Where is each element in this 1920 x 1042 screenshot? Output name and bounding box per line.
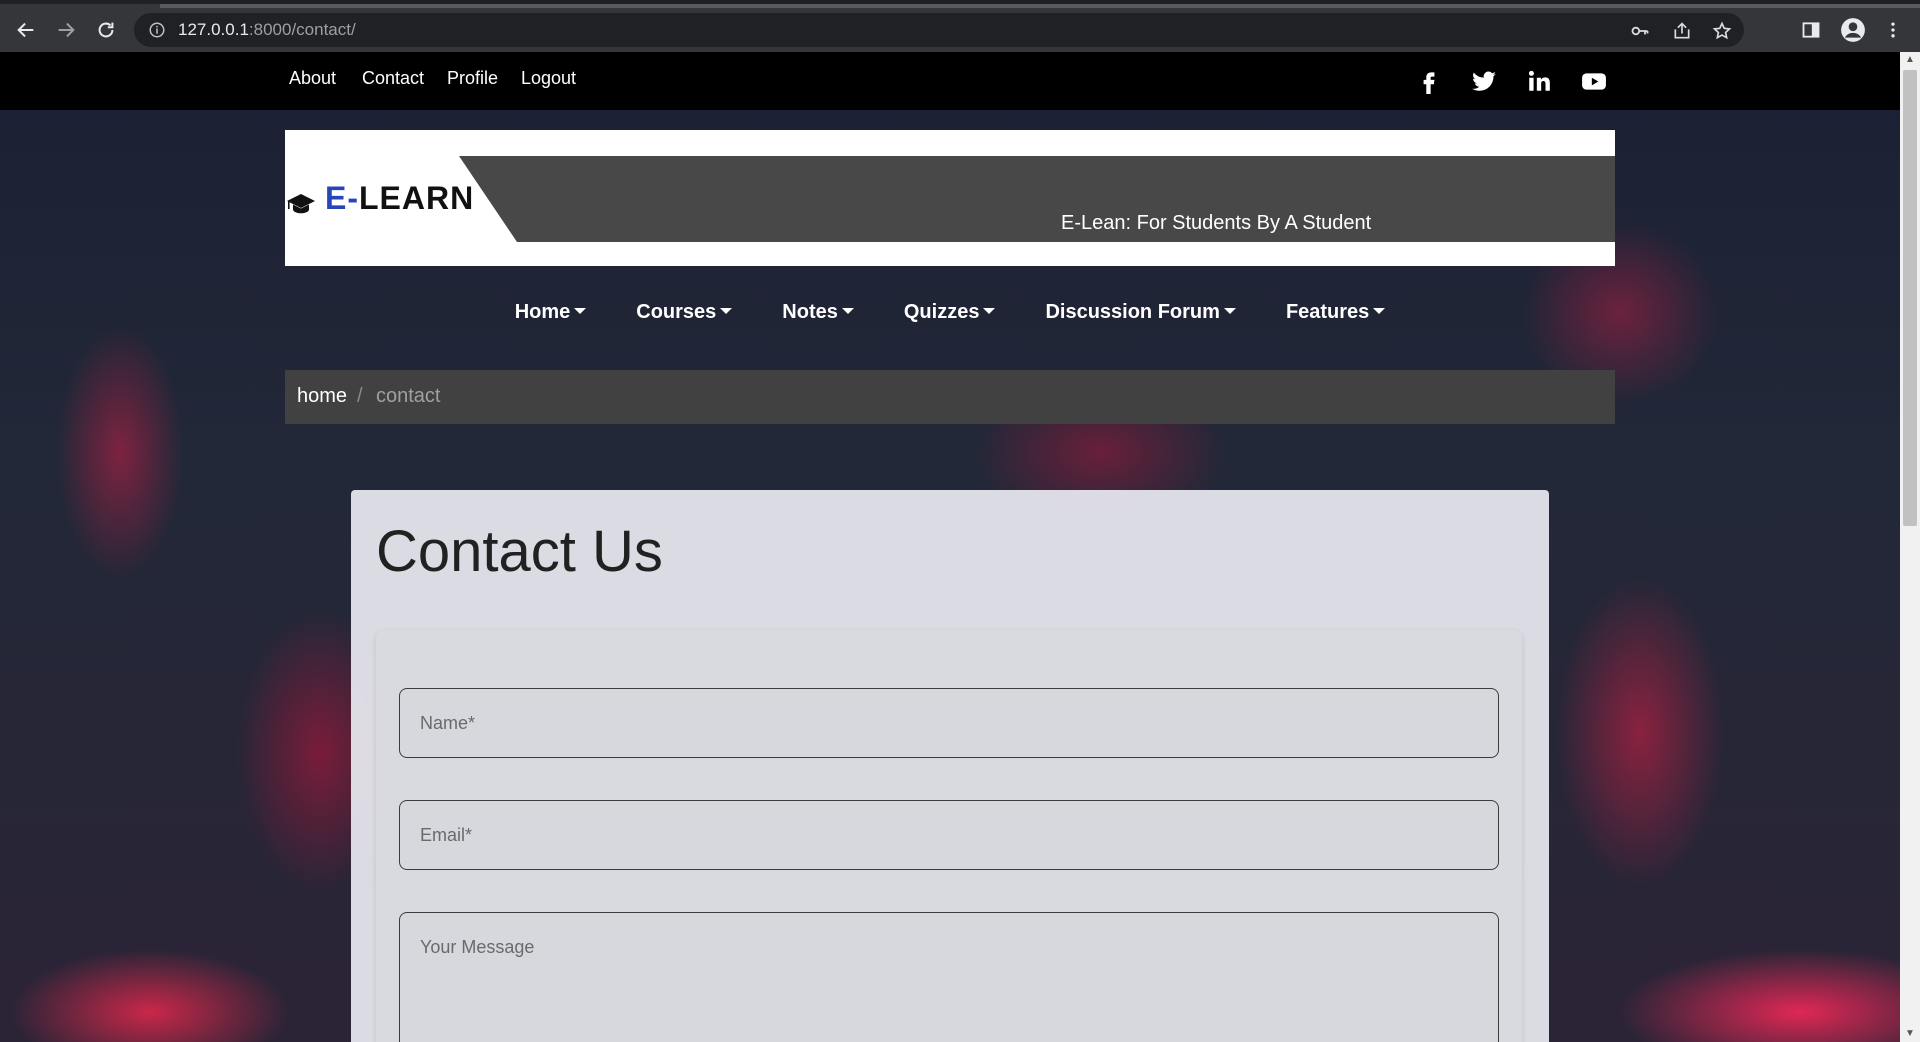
tagline-panel: E-Lean: For Students By A Student [459,156,1615,242]
chrome-menu-icon[interactable] [1878,14,1908,46]
breadcrumb: home / contact [285,370,1615,424]
graduation-cap-icon [287,194,315,214]
url-host: 127.0.0.1 [178,20,249,39]
logo-prefix: E- [325,180,359,216]
nav-forum-dropdown[interactable]: Discussion Forum [1020,292,1260,332]
browser-toolbar: 127.0.0.1:8000/contact/ [0,0,1920,52]
scroll-up-arrow-icon[interactable]: ▲ [1904,54,1916,66]
caret-down-icon [841,307,854,314]
page-viewport: About Contact Profile Logout E-LEARN E-L… [0,52,1900,1042]
reload-icon[interactable] [90,14,122,46]
top-link-profile[interactable]: Profile [447,68,498,89]
nav-courses-dropdown[interactable]: Courses [611,292,757,332]
message-field[interactable] [399,912,1499,1042]
breadcrumb-separator: / [357,385,363,407]
info-icon[interactable] [148,21,166,39]
caret-down-icon [1223,307,1236,314]
page-title: Contact Us [376,519,663,584]
site-logo[interactable]: E-LEARN [325,180,474,217]
nav-courses-label: Courses [636,301,717,323]
breadcrumb-home-link[interactable]: home [297,385,347,408]
page-scrollbar[interactable]: ▲ ▼ [1900,52,1920,1042]
forward-icon[interactable] [50,14,82,46]
address-bar[interactable]: 127.0.0.1:8000/contact/ [134,13,1744,47]
twitter-icon[interactable] [1471,68,1497,94]
linkedin-icon[interactable] [1526,68,1552,94]
contact-form [376,630,1522,1042]
site-tagline: E-Lean: For Students By A Student [1061,212,1372,234]
email-field[interactable] [399,800,1499,870]
top-bar: About Contact Profile Logout [0,52,1900,110]
contact-card: Contact Us [351,490,1549,1042]
top-link-logout[interactable]: Logout [521,68,576,89]
main-nav: Home Courses Notes Quizzes Discussion Fo… [0,292,1900,332]
nav-notes-dropdown[interactable]: Notes [757,292,879,332]
caret-down-icon [720,307,733,314]
bookmark-star-icon[interactable] [1712,21,1732,41]
key-icon[interactable] [1630,21,1650,41]
caret-down-icon [574,307,587,314]
side-panel-icon[interactable] [1796,14,1826,46]
back-icon[interactable] [10,14,42,46]
nav-forum-label: Discussion Forum [1045,301,1220,323]
nav-home-label: Home [514,301,571,323]
nav-features-dropdown[interactable]: Features [1261,292,1410,332]
scroll-down-arrow-icon[interactable]: ▼ [1904,1028,1916,1040]
share-icon[interactable] [1672,21,1692,41]
profile-avatar-icon[interactable] [1838,14,1868,46]
top-link-contact[interactable]: Contact [362,68,424,89]
youtube-icon[interactable] [1581,68,1607,94]
top-link-about[interactable]: About [289,68,336,89]
scroll-thumb[interactable] [1903,70,1917,526]
tab-strip [160,4,1920,8]
nav-features-label: Features [1285,301,1370,323]
nav-quizzes-label: Quizzes [903,301,980,323]
site-banner: E-LEARN E-Lean: For Students By A Studen… [285,130,1615,266]
nav-home-dropdown[interactable]: Home [490,292,612,332]
url-text: 127.0.0.1:8000/contact/ [178,20,356,40]
caret-down-icon [983,307,996,314]
facebook-icon[interactable] [1416,68,1442,94]
name-field[interactable] [399,688,1499,758]
caret-down-icon [1373,307,1386,314]
breadcrumb-current: contact [376,385,441,407]
nav-quizzes-dropdown[interactable]: Quizzes [879,292,1021,332]
logo-main: LEARN [359,180,475,216]
url-path: :8000/contact/ [248,20,356,39]
nav-notes-label: Notes [782,301,838,323]
